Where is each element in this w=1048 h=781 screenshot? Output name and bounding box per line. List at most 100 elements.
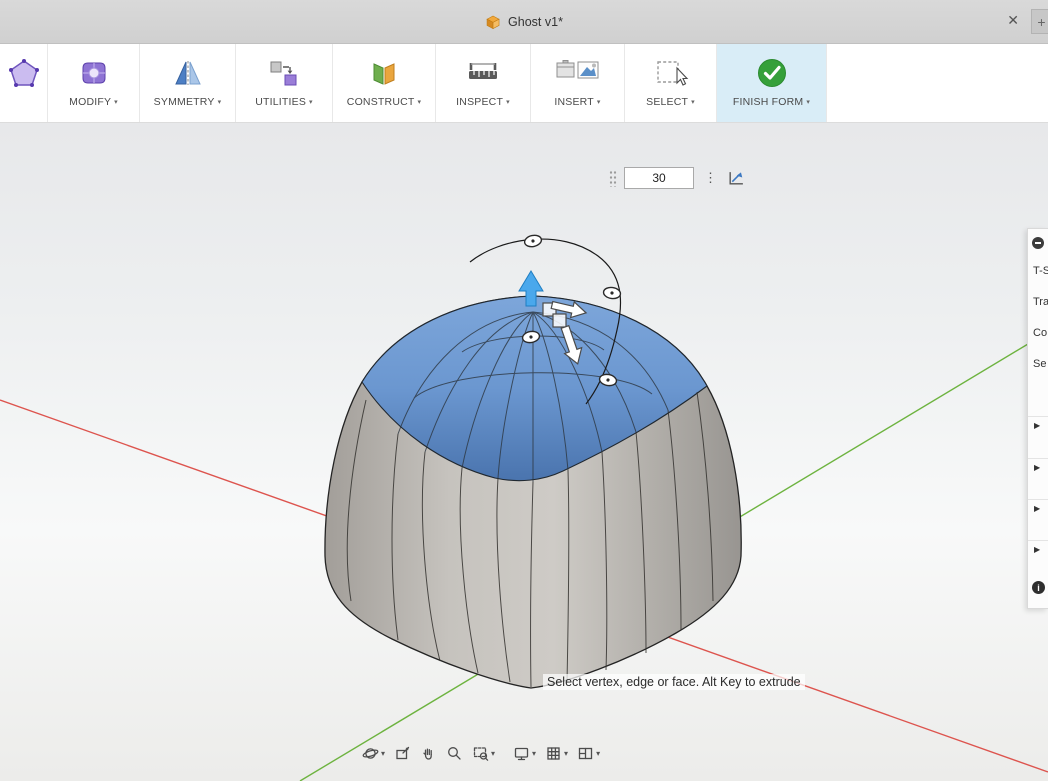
edit-form-dialog-sliver[interactable]: T-S Tra Co Se ▶ ▶ ▶ ▶ i: [1027, 228, 1048, 609]
chevron-down-icon: ▾: [217, 99, 222, 106]
chevron-down-icon: ▾: [506, 99, 510, 106]
chevron-down-icon: ▾: [532, 749, 537, 758]
panel-collapse-icon[interactable]: [1032, 237, 1044, 249]
red-axis: [0, 399, 1048, 773]
pan-button[interactable]: [420, 745, 437, 762]
edge-grid-lower: [346, 391, 714, 688]
model-silhouette[interactable]: [324, 295, 742, 689]
expand-section-icon[interactable]: ▶: [1034, 464, 1040, 472]
insert-icon: [554, 52, 602, 94]
finish-form-icon: [754, 52, 790, 94]
curve-handles[interactable]: [521, 234, 622, 387]
form-edit-icon: [7, 52, 41, 94]
toolbar-group-construct[interactable]: CONSTRUCT ▾: [333, 44, 436, 122]
manipulator-arrow-down[interactable]: [556, 324, 586, 367]
fit-icon: [473, 747, 489, 761]
chevron-down-icon: ▾: [491, 749, 496, 758]
manipulator-plane-handle[interactable]: [552, 313, 567, 328]
dialog-row-label: Co: [1033, 327, 1048, 339]
utilities-icon: [266, 52, 302, 94]
toolbar-group-label: MODIFY: [69, 96, 112, 108]
selected-faces[interactable]: [361, 295, 708, 482]
toolbar-group-label: SYMMETRY: [153, 96, 215, 108]
dialog-row-label: T-S: [1033, 265, 1048, 277]
chevron-down-icon: ▾: [691, 99, 695, 106]
manipulator[interactable]: [518, 270, 588, 367]
manipulator-arrow-up[interactable]: [518, 270, 544, 307]
modify-icon: [76, 52, 112, 94]
zoom-icon: [448, 747, 461, 760]
toolbar-group-select[interactable]: SELECT ▾: [625, 44, 717, 122]
edge-grid-dome: [397, 311, 669, 482]
drag-handle-icon[interactable]: [609, 169, 617, 187]
expand-section-icon[interactable]: ▶: [1034, 422, 1040, 430]
toolbar-group-label: INSPECT: [456, 96, 504, 108]
expand-section-icon[interactable]: ▶: [1034, 546, 1040, 554]
chevron-down-icon: ▾: [564, 749, 569, 758]
toolbar-group-label: UTILITIES: [255, 96, 307, 108]
select-icon: [652, 52, 690, 94]
dialog-row-label: Se: [1033, 358, 1047, 370]
look-at-icon: [396, 746, 410, 760]
toolbar-group-finish-form[interactable]: FINISH FORM ▾: [717, 44, 827, 122]
look-at-button[interactable]: [394, 745, 411, 762]
toolbar-group-insert[interactable]: INSERT ▾: [531, 44, 625, 122]
offset-control: ⋮: [609, 167, 745, 189]
pan-icon: [423, 748, 432, 760]
chevron-down-icon: ▾: [309, 99, 313, 106]
toolbar-group-partial[interactable]: [0, 44, 48, 122]
toolbar-group-label: CONSTRUCT: [346, 96, 415, 108]
document-cube-icon: [486, 15, 500, 30]
tspline-body[interactable]: [324, 295, 742, 689]
symmetry-icon: [171, 52, 205, 94]
crease-curve[interactable]: [469, 238, 622, 405]
chevron-down-icon: ▾: [381, 749, 386, 758]
document-tab[interactable]: Ghost v1*: [469, 7, 579, 37]
new-tab-button[interactable]: +: [1031, 9, 1048, 34]
green-axis: [299, 331, 1048, 781]
grid-icon: [547, 747, 560, 760]
toolbar-group-inspect[interactable]: INSPECT ▾: [436, 44, 531, 122]
dialog-row-label: Tra: [1033, 296, 1048, 308]
display-settings-icon: [514, 747, 529, 761]
titlebar: Ghost v1* ✕ +: [0, 0, 1048, 44]
orbit-icon: [362, 748, 379, 759]
manipulator-plane-handle[interactable]: [542, 302, 557, 317]
toolbar: MODIFY ▾ SYMMETRY ▾ UTILITIES ▾ CONSTRUC…: [0, 44, 1048, 123]
info-icon[interactable]: i: [1032, 581, 1045, 594]
orbit-button[interactable]: ▾: [362, 745, 385, 762]
viewport-canvas[interactable]: [0, 123, 1048, 781]
close-icon[interactable]: ✕: [1005, 11, 1021, 29]
manipulator-arrow-right[interactable]: [550, 297, 588, 320]
toolbar-group-modify[interactable]: MODIFY ▾: [48, 44, 140, 122]
viewports-icon: [578, 747, 593, 760]
grid-snaps-button[interactable]: ▾: [545, 745, 568, 762]
display-settings-button[interactable]: ▾: [513, 745, 536, 762]
zoom-button[interactable]: [446, 745, 463, 762]
toolbar-group-label: INSERT: [554, 96, 594, 108]
toolbar-group-label: FINISH FORM: [732, 96, 804, 108]
navigation-bar: ▾ ▾ ▾ ▾ ▾: [362, 745, 600, 762]
curve-handle[interactable]: [523, 234, 543, 248]
curve-handle[interactable]: [521, 330, 541, 344]
inspect-icon: [465, 52, 501, 94]
chevron-down-icon: ▾: [596, 99, 601, 106]
document-title: Ghost v1*: [508, 15, 563, 29]
offset-slider-icon[interactable]: [727, 169, 745, 187]
fit-button[interactable]: ▾: [472, 745, 495, 762]
construct-icon: [367, 52, 401, 94]
toolbar-group-utilities[interactable]: UTILITIES ▾: [236, 44, 333, 122]
chevron-down-icon: ▾: [114, 99, 118, 106]
viewport[interactable]: ⋮ Select vertex, edge or face. Alt Key t…: [0, 123, 1048, 781]
expand-section-icon[interactable]: ▶: [1034, 505, 1040, 513]
curve-handle[interactable]: [602, 286, 622, 300]
toolbar-group-label: SELECT: [646, 96, 689, 108]
toolbar-group-symmetry[interactable]: SYMMETRY ▾: [140, 44, 236, 122]
chevron-down-icon: ▾: [596, 749, 601, 758]
more-options-icon[interactable]: ⋮: [701, 170, 720, 186]
status-hint: Select vertex, edge or face. Alt Key to …: [543, 674, 805, 690]
curve-handle[interactable]: [598, 373, 618, 387]
viewports-button[interactable]: ▾: [577, 745, 600, 762]
offset-value-input[interactable]: [624, 167, 694, 189]
chevron-down-icon: ▾: [806, 99, 811, 106]
